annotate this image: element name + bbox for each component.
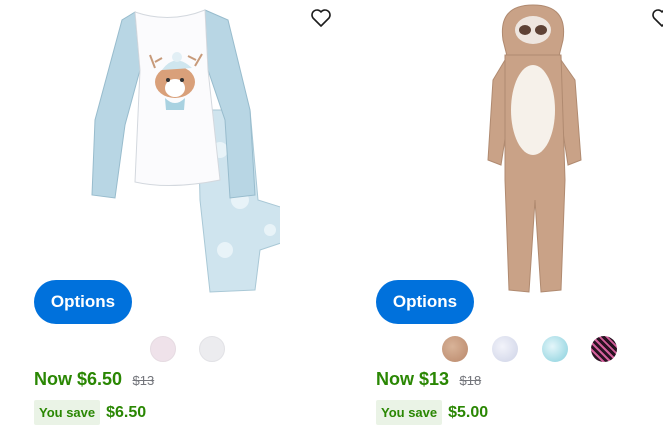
current-price: Now $6.50 xyxy=(34,369,123,389)
favorite-heart-icon[interactable] xyxy=(309,6,333,30)
savings: You save $6.50 xyxy=(34,400,146,425)
savings: You save $5.00 xyxy=(376,400,488,425)
save-amount: $6.50 xyxy=(106,403,147,421)
product-card: Options Now $6.50 $13 You save $6.50 xyxy=(0,0,343,435)
you-save-badge: You save xyxy=(376,400,443,425)
sloth-onesie-image[interactable] xyxy=(483,0,598,295)
product-card: Options Now $13 $18 You save $5.00 xyxy=(343,0,663,435)
pajama-set-image[interactable] xyxy=(80,0,280,295)
price: Now $13 $18 xyxy=(376,369,481,390)
color-swatch[interactable] xyxy=(150,336,176,362)
you-save-badge: You save xyxy=(34,400,101,425)
options-button[interactable]: Options xyxy=(376,280,474,324)
color-swatch[interactable] xyxy=(591,336,617,362)
price: Now $6.50 $13 xyxy=(34,369,154,390)
options-button[interactable]: Options xyxy=(34,280,132,324)
color-swatch[interactable] xyxy=(542,336,568,362)
was-price: $18 xyxy=(459,373,482,388)
current-price: Now $13 xyxy=(376,369,450,389)
was-price: $13 xyxy=(132,373,155,388)
save-amount: $5.00 xyxy=(448,403,489,421)
favorite-heart-icon[interactable] xyxy=(650,6,663,30)
color-swatch[interactable] xyxy=(492,336,518,362)
color-swatch[interactable] xyxy=(442,336,468,362)
color-swatch[interactable] xyxy=(199,336,225,362)
